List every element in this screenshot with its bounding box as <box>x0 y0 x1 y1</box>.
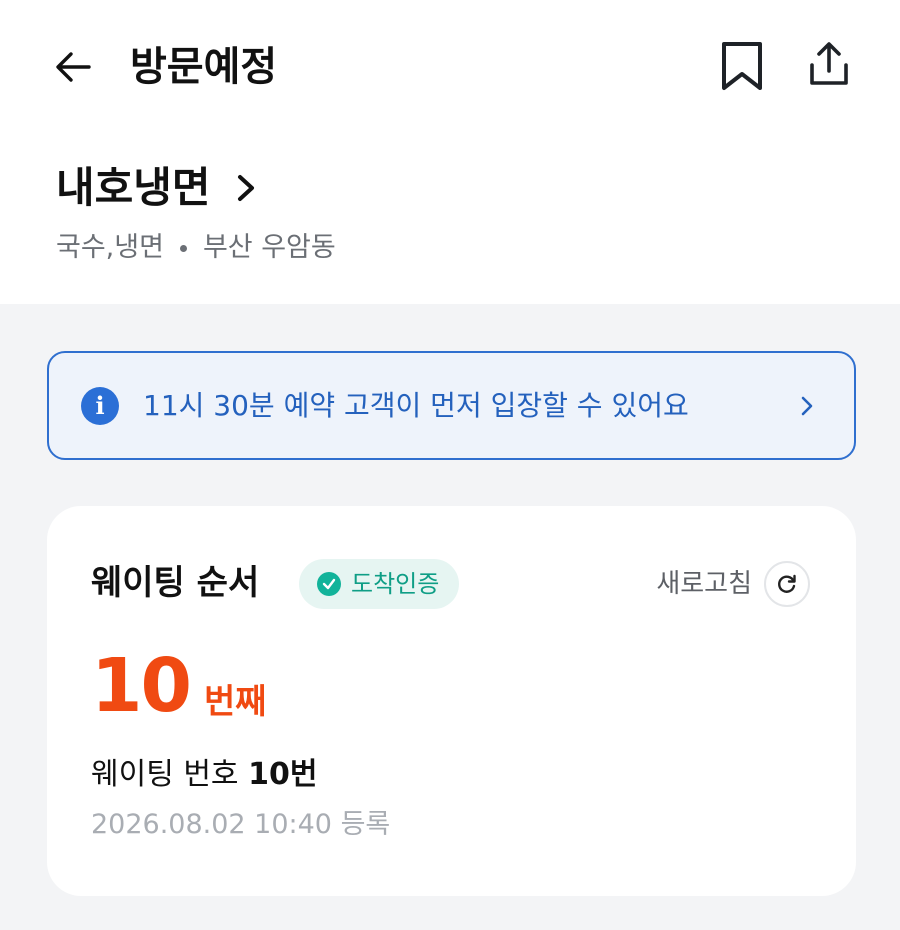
reservation-notice-banner[interactable]: i 11시 30분 예약 고객이 먼저 입장할 수 있어요 <box>47 351 856 460</box>
store-header-section: 방문예정 내호냉면 국수,냉면 부산 우암동 <box>0 0 900 304</box>
waiting-number-value: 10번 <box>248 757 318 792</box>
store-name-link[interactable]: 내호냉면 <box>56 160 257 216</box>
waiting-number-label: 웨이팅 번호 <box>91 757 249 792</box>
chevron-right-icon <box>800 395 814 417</box>
bookmark-button[interactable] <box>715 38 769 94</box>
page-title: 방문예정 <box>130 44 278 90</box>
store-name: 내호냉면 <box>56 163 211 212</box>
registration-time: 2026.08.02 10:40 등록 <box>91 809 391 840</box>
waiting-card: 웨이팅 순서 도착인증 새로고침 10 번째 웨이팅 번호 10번 2026.0… <box>47 506 856 896</box>
bookmark-icon <box>722 42 762 90</box>
store-location: 부산 우암동 <box>202 232 336 263</box>
waiting-number: 웨이팅 번호 10번 <box>91 754 317 796</box>
refresh-button[interactable]: 새로고침 <box>656 561 810 607</box>
share-icon <box>810 42 848 85</box>
back-arrow-icon <box>56 52 91 82</box>
waiting-order-title: 웨이팅 순서 <box>91 563 260 603</box>
store-category: 국수,냉면 <box>56 232 164 263</box>
waiting-order: 10 번째 <box>91 646 267 726</box>
arrival-verified-badge: 도착인증 <box>299 559 460 609</box>
store-meta: 국수,냉면 부산 우암동 <box>56 230 336 266</box>
refresh-label: 새로고침 <box>656 569 752 599</box>
badge-label: 도착인증 <box>351 570 440 598</box>
order-number: 10 <box>91 643 192 729</box>
share-button[interactable] <box>802 36 856 92</box>
refresh-icon <box>764 561 810 607</box>
back-button[interactable] <box>50 44 96 90</box>
chevron-right-icon <box>235 173 257 203</box>
notice-text: 11시 30분 예약 고객이 먼저 입장할 수 있어요 <box>143 388 689 422</box>
info-icon: i <box>81 386 119 425</box>
separator-dot <box>179 244 187 252</box>
check-circle-icon <box>317 572 341 596</box>
app-bar: 방문예정 <box>0 0 900 130</box>
order-unit: 번째 <box>203 682 267 722</box>
